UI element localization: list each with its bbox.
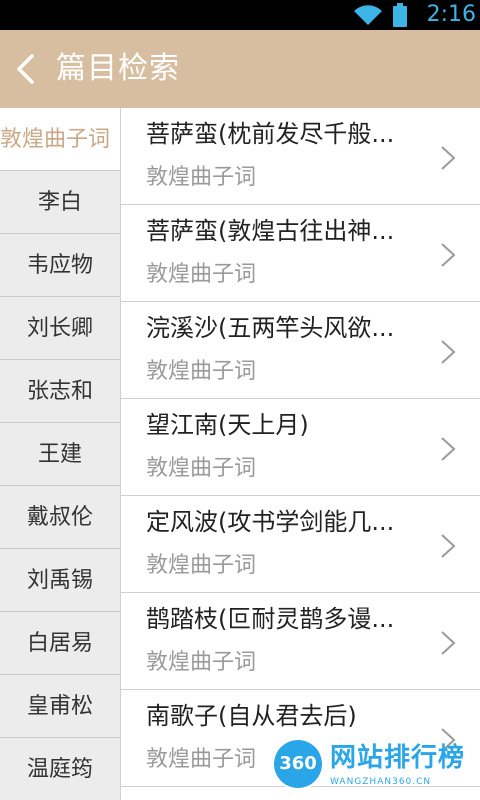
sidebar-item-daishulun[interactable]: 戴叔伦 [0,486,120,549]
chevron-right-icon [441,437,456,461]
chevron-right-icon [441,243,456,267]
chevron-right-icon [441,340,456,364]
chevron-right-icon [441,631,456,655]
wifi-icon [354,5,382,26]
clock: 2:16 [426,2,476,27]
poem-author: 敦煌曲子词 [146,165,257,190]
poem-author: 敦煌曲子词 [146,262,257,287]
poem-title: 菩萨蛮(枕前发尽千般... [146,120,395,148]
sidebar-item-label: 韦应物 [26,253,93,278]
sidebar-item-wentingyun[interactable]: 温庭筠 [0,738,120,800]
sidebar-item-label: 刘禹锡 [26,568,93,593]
watermark-logo: 360 网站排行榜 WANGZHAN360.CN [270,736,480,800]
poem-author: 敦煌曲子词 [146,456,257,481]
chevron-right-icon [441,146,456,170]
sidebar-item-label: 李白 [37,190,82,215]
sidebar-item-wangjian[interactable]: 王建 [0,423,120,486]
sidebar-item-weiyingwu[interactable]: 韦应物 [0,234,120,297]
sidebar-item-libai[interactable]: 李白 [0,171,120,234]
sidebar-item-liuchangqing[interactable]: 刘长卿 [0,297,120,360]
watermark-badge: 360 [274,740,322,788]
chevron-right-icon [441,534,456,558]
sidebar-item-zhangzhihe[interactable]: 张志和 [0,360,120,423]
poem-title: 望江南(天上月) [146,411,309,439]
sidebar-item-label: 戴叔伦 [26,505,93,530]
list-item[interactable]: 菩萨蛮(枕前发尽千般... 敦煌曲子词 [121,108,480,205]
list-item[interactable]: 浣溪沙(五两竿头风欲... 敦煌曲子词 [121,302,480,399]
sidebar-item-label: 皇甫松 [26,694,93,719]
sidebar-item-baijuyi[interactable]: 白居易 [0,612,120,675]
poem-title: 南歌子(自从君去后) [146,702,357,730]
list-item[interactable]: 望江南(天上月) 敦煌曲子词 [121,399,480,496]
status-bar: 2:16 [0,0,480,30]
sidebar-item-label: 刘长卿 [26,316,93,341]
poem-title: 菩萨蛮(敦煌古往出神... [146,217,395,245]
sidebar-item-label: 白居易 [26,631,93,656]
poem-author: 敦煌曲子词 [146,359,257,384]
sidebar-item-label: 温庭筠 [26,757,93,782]
list-item[interactable]: 定风波(攻书学剑能几... 敦煌曲子词 [121,496,480,593]
poem-title: 定风波(攻书学剑能几... [146,508,395,536]
sidebar-item-label: 王建 [37,442,82,467]
app-header: 篇目检索 [0,30,480,108]
list-item[interactable]: 菩萨蛮(敦煌古往出神... 敦煌曲子词 [121,205,480,302]
poem-author: 敦煌曲子词 [146,650,257,675]
sidebar-item-liuyuxi[interactable]: 刘禹锡 [0,549,120,612]
author-sidebar: 敦煌曲子词 李白 韦应物 刘长卿 张志和 王建 戴叔伦 刘禹锡 白居易 皇甫松 … [0,108,120,800]
battery-icon [393,3,407,27]
poem-list: 菩萨蛮(枕前发尽千般... 敦煌曲子词 菩萨蛮(敦煌古往出神... 敦煌曲子词 … [120,108,480,800]
sidebar-item-dunhuang[interactable]: 敦煌曲子词 [0,108,120,171]
poem-title: 鹊踏枝(叵耐灵鹊多谩... [146,605,395,633]
list-item[interactable]: 鹊踏枝(叵耐灵鹊多谩... 敦煌曲子词 [121,593,480,690]
sidebar-item-huangfusong[interactable]: 皇甫松 [0,675,120,738]
watermark-brand: 网站排行榜 [330,743,466,773]
page-title: 篇目检索 [56,51,180,86]
poem-author: 敦煌曲子词 [146,553,257,578]
back-arrow-icon[interactable] [14,52,38,86]
watermark-domain: WANGZHAN360.CN [330,777,432,787]
sidebar-item-label: 敦煌曲子词 [0,127,111,152]
sidebar-item-label: 张志和 [26,379,93,404]
poem-title: 浣溪沙(五两竿头风欲... [146,314,395,342]
